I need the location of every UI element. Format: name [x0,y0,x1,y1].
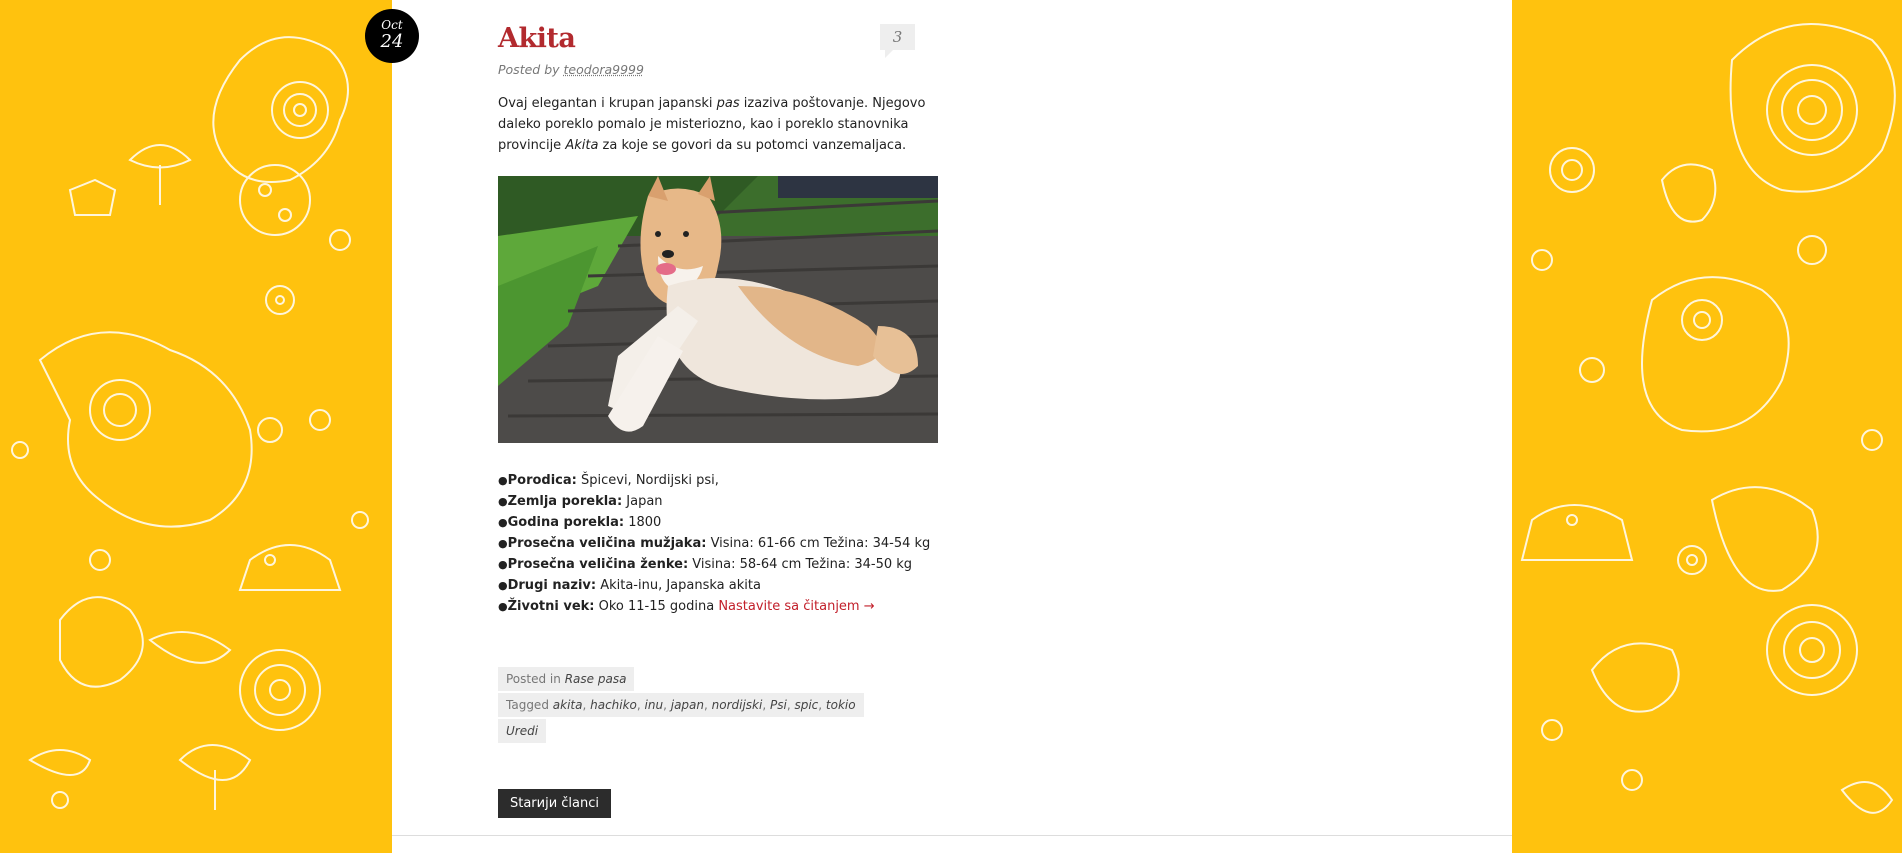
fact-value: Visina: 58-64 cm Težina: 34-50 kg [688,557,913,572]
intro-text-1: Ovaj elegantan i krupan japanski [498,96,717,111]
fact-value: Akita-inu, Japanska akita [596,578,761,593]
intro-emphasis-akita: Akita [565,138,599,153]
date-day: 24 [380,31,404,52]
posted-by-label: Posted by [498,62,560,77]
akita-dog-photo [498,176,938,443]
fact-value: Oko 11-15 godina [594,599,719,614]
tagged-label: Tagged [506,698,549,712]
tag-link[interactable]: tokio [826,698,856,712]
background-pattern-right [1512,0,1902,853]
fact-label: Drugi naziv: [507,578,597,593]
background-pattern-left [0,0,392,853]
tag-link[interactable]: inu [645,698,664,712]
tag-link[interactable]: japan [671,698,704,712]
edit-post-meta: Uredi [498,719,547,743]
intro-emphasis-pas: pas [716,96,740,111]
tag-link[interactable]: spic [794,698,818,712]
fact-label: Prosečna veličina mužjaka: [507,536,707,551]
category-link[interactable]: Rase pasa [565,672,627,686]
fact-label: Porodica: [507,473,577,488]
tag-link[interactable]: akita [553,698,583,712]
comment-count-bubble[interactable]: 3 [880,24,915,58]
intro-text-3: za koje se govori da su potomci vanzemal… [598,138,907,153]
tag-link[interactable]: Psi [770,698,787,712]
footer-divider [392,835,1512,836]
fact-label: Zemlja porekla: [507,494,623,509]
fact-item: Životni vek: Oko 11-15 godina Nastavite … [498,596,938,617]
author-link[interactable]: teodora9999 [564,62,644,77]
fact-label: Godina porekla: [507,515,625,530]
fact-value: Špicevi, Nordijski psi, [576,473,719,488]
fact-item: Prosečna veličina ženke: Visina: 58-64 c… [498,554,938,575]
fact-value: Visina: 61-66 cm Težina: 34-54 kg [706,536,931,551]
post-date-badge: Oct 24 [365,9,419,63]
post-intro: Ovaj elegantan i krupan japanski pas iza… [498,93,938,156]
read-more-link[interactable]: Nastavite sa čitanjem → [718,599,874,614]
post-category-meta: Posted in Rase pasa [498,667,635,691]
fact-value: 1800 [624,515,662,530]
fact-label: Životni vek: [507,599,595,614]
edit-link[interactable]: Uredi [506,724,538,738]
post-tags-meta: Tagged akita, hachiko, inu, japan, nordi… [498,693,864,717]
fact-item: Zemlja porekla: Japan [498,491,938,512]
post-title[interactable]: Akita [498,22,576,56]
tag-link[interactable]: nordijski [712,698,763,712]
fact-item: Prosečna veličina mužjaka: Visina: 61-66… [498,533,938,554]
tag-link[interactable]: hachiko [590,698,637,712]
date-month: Oct [381,18,403,32]
fact-item: Godina porekla: 1800 [498,512,938,533]
post-byline: Posted by teodora9999 [498,62,644,77]
fact-value: Japan [622,494,663,509]
older-posts-button[interactable]: Starији članci [498,789,611,818]
posted-in-label: Posted in [506,672,561,686]
fact-label: Prosečna veličina ženke: [507,557,689,572]
fact-item: Drugi naziv: Akita-inu, Japanska akita [498,575,938,596]
breed-facts-list: Porodica: Špicevi, Nordijski psi, Zemlja… [498,470,938,617]
fact-item: Porodica: Špicevi, Nordijski psi, [498,470,938,491]
